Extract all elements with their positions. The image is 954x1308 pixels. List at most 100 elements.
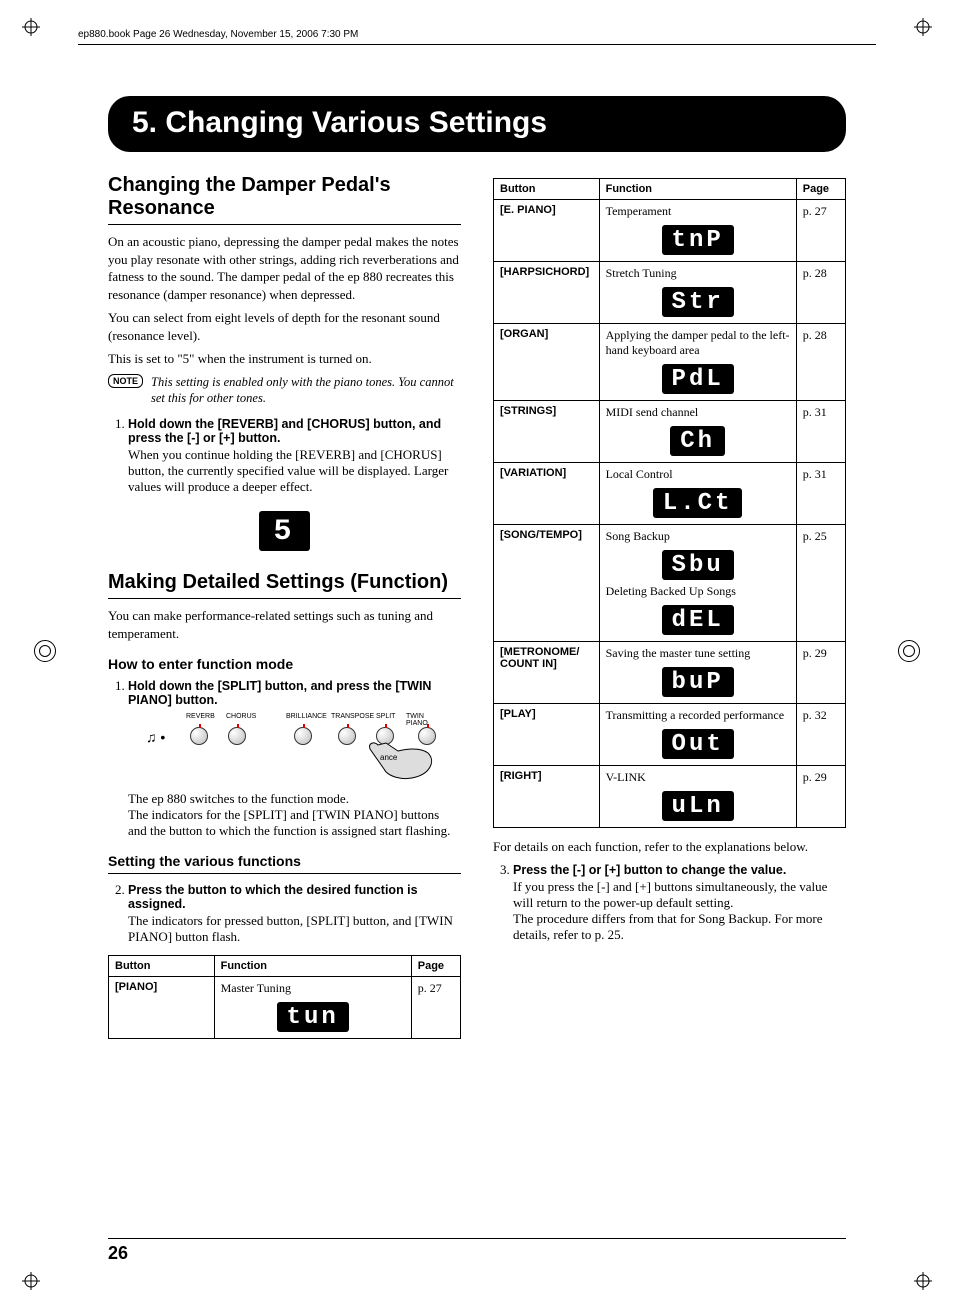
step-head: Press the [-] or [+] button to change th…: [513, 863, 846, 877]
page-number: 26: [108, 1238, 846, 1264]
step-body: The ep 880 switches to the function mode…: [128, 791, 461, 839]
lcd-display: Sbu: [662, 550, 734, 580]
table-row: [SONG/TEMPO] Song Backup Sbu Deleting Backe…: [494, 525, 846, 642]
lcd-display: uLn: [662, 791, 734, 821]
crop-mark-icon: [914, 1272, 932, 1290]
illus-label: CHORUS: [226, 713, 256, 720]
section-heading: Changing the Damper Pedal's Resonance: [108, 174, 461, 220]
lcd-display: Str: [662, 287, 734, 317]
step-item: Hold down the [REVERB] and [CHORUS] butt…: [128, 416, 461, 495]
steps-list: Press the button to which the desired fu…: [108, 882, 461, 945]
panel-button-icon: [228, 727, 246, 745]
table-cell-button: [SONG/TEMPO]: [494, 525, 600, 642]
table-cell-page: p. 29: [796, 766, 845, 828]
paragraph: This is set to "5" when the instrument i…: [108, 350, 461, 368]
table-header: Page: [796, 179, 845, 200]
table-cell-page: p. 31: [796, 401, 845, 463]
paragraph: For details on each function, refer to t…: [493, 838, 846, 856]
steps-list: Hold down the [REVERB] and [CHORUS] butt…: [108, 416, 461, 495]
table-cell-function: Saving the master tune settingbuP: [599, 642, 796, 704]
right-column: Button Function Page [E. PIANO]Temperame…: [493, 174, 846, 1039]
steps-list: Hold down the [SPLIT] button, and press …: [108, 678, 461, 839]
table-cell-button: [E. PIANO]: [494, 200, 600, 262]
crop-mark-icon: [22, 18, 40, 36]
table-row: [E. PIANO] Temperament tnP p. 27: [494, 200, 846, 262]
crop-mark-icon: [22, 1272, 40, 1290]
lcd-display: dEL: [662, 605, 734, 635]
note-badge: NOTE: [108, 374, 143, 388]
table-row: [VARIATION]Local ControlL.Ctp. 31: [494, 463, 846, 525]
table-row: [PIANO] Master Tuning tun p. 27: [109, 977, 461, 1039]
table-cell-page: p. 32: [796, 704, 845, 766]
crop-mark-icon: [914, 18, 932, 36]
lcd-display: tnP: [662, 225, 734, 255]
illus-label: TWIN PIANO: [406, 713, 446, 727]
step-body: When you continue holding the [REVERB] a…: [128, 447, 461, 495]
function-name: Applying the damper pedal to the left-ha…: [606, 328, 790, 357]
function-name: Master Tuning: [221, 981, 291, 995]
table-cell-page: p. 27: [796, 200, 845, 262]
left-column: Changing the Damper Pedal's Resonance On…: [108, 174, 461, 1039]
content-area: 5. Changing Various Settings Changing th…: [108, 96, 846, 1268]
table-cell-function: Stretch Tuning Str: [599, 262, 796, 324]
table-cell-button: [RIGHT]: [494, 766, 600, 828]
subheading: How to enter function mode: [108, 656, 461, 672]
table-cell-button: [PIANO]: [109, 977, 215, 1039]
illus-label: TRANSPOSE: [331, 713, 374, 720]
table-cell-button: [HARPSICHORD]: [494, 262, 600, 324]
table-cell-page: p. 31: [796, 463, 845, 525]
table-cell-button: [PLAY]: [494, 704, 600, 766]
function-name: Song Backup: [606, 529, 670, 543]
table-cell-page: p. 27: [411, 977, 460, 1039]
button-panel-illustration: ♫ • REVERB CHORUS BRILLIANCE TRANSPOSE S…: [146, 713, 446, 783]
table-cell-function: Applying the damper pedal to the left-ha…: [599, 324, 796, 401]
lcd-display: Out: [662, 729, 734, 759]
function-name: Deleting Backed Up Songs: [606, 584, 790, 599]
table-header: Function: [599, 179, 796, 200]
registration-mark-icon: [34, 640, 56, 662]
registration-mark-icon: [898, 640, 920, 662]
note-block: NOTE This setting is enabled only with t…: [108, 374, 461, 407]
illus-label: SPLIT: [376, 713, 395, 720]
illus-caption: ance: [380, 753, 397, 762]
chapter-title: 5. Changing Various Settings: [108, 96, 846, 152]
function-name: Temperament: [606, 204, 672, 218]
table-row: [METRONOME/ COUNT IN]Saving the master t…: [494, 642, 846, 704]
table-cell-page: p. 25: [796, 525, 845, 642]
table-cell-page: p. 29: [796, 642, 845, 704]
table-cell-function: Temperament tnP: [599, 200, 796, 262]
subheading: Setting the various functions: [108, 853, 461, 869]
table-cell-button: [METRONOME/ COUNT IN]: [494, 642, 600, 704]
function-name: Stretch Tuning: [606, 266, 677, 280]
panel-button-icon: [338, 727, 356, 745]
section-heading: Making Detailed Settings (Function): [108, 571, 461, 594]
table-cell-page: p. 28: [796, 262, 845, 324]
table-header: Page: [411, 956, 460, 977]
lcd-display: buP: [662, 667, 734, 697]
function-name: Transmitting a recorded performance: [606, 708, 785, 722]
table-cell-function: Transmitting a recorded performance Out: [599, 704, 796, 766]
step-head: Hold down the [REVERB] and [CHORUS] butt…: [128, 417, 461, 445]
note-text: This setting is enabled only with the pi…: [151, 374, 461, 407]
step-item: Press the button to which the desired fu…: [128, 882, 461, 945]
table-cell-function: Song Backup Sbu Deleting Backed Up Songs dE…: [599, 525, 796, 642]
illus-label: REVERB: [186, 713, 215, 720]
table-cell-button: [ORGAN]: [494, 324, 600, 401]
function-table-right: Button Function Page [E. PIANO]Temperame…: [493, 178, 846, 828]
table-cell-button: [VARIATION]: [494, 463, 600, 525]
step-item: Hold down the [SPLIT] button, and press …: [128, 678, 461, 839]
lcd-display: tun: [277, 1002, 349, 1032]
table-row: [RIGHT]V-LINKuLnp. 29: [494, 766, 846, 828]
table-row: [STRINGS]MIDI send channelChp. 31: [494, 401, 846, 463]
table-row: [ORGAN]Applying the damper pedal to the …: [494, 324, 846, 401]
function-table-left: Button Function Page [PIANO] Master Tuni…: [108, 955, 461, 1039]
lcd-display: 5: [259, 511, 309, 551]
steps-list: Press the [-] or [+] button to change th…: [493, 862, 846, 943]
step-body: The indicators for pressed button, [SPLI…: [128, 913, 461, 945]
table-cell-function: Master Tuning tun: [214, 977, 411, 1039]
table-cell-function: MIDI send channelCh: [599, 401, 796, 463]
step-item: Press the [-] or [+] button to change th…: [513, 862, 846, 943]
panel-button-icon: [190, 727, 208, 745]
table-header: Function: [214, 956, 411, 977]
lcd-display: PdL: [662, 364, 734, 394]
